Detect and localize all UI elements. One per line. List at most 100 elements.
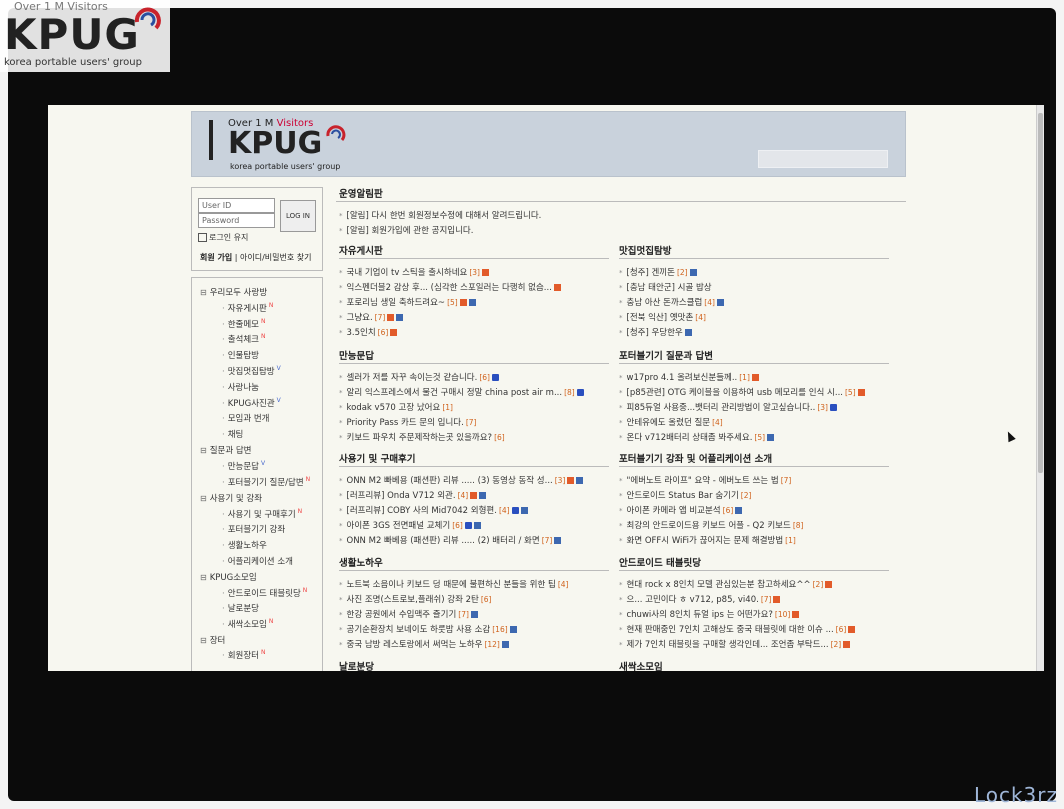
find-account-link[interactable]: 아이디/비밀번호 찾기: [240, 253, 311, 262]
board-title[interactable]: 포터블기기 질문과 답변: [619, 348, 713, 362]
new-badge: N: [260, 318, 266, 325]
nav-item[interactable]: 새싹소모임N: [222, 618, 274, 630]
post-link[interactable]: 아이폰 카메라 앱 비교분석[6]: [619, 504, 891, 516]
post-link[interactable]: 익스펜더블2 감상 후... (심각한 스포일러는 다행히 없슴...: [339, 281, 611, 293]
nav-item[interactable]: 포터블기기 강좌: [222, 523, 285, 535]
post-link[interactable]: 화면 OFF시 WiFi가 끊어지는 문제 해결방법[1]: [619, 534, 891, 546]
post-link[interactable]: 그냥요.[7]: [339, 311, 611, 323]
board-title[interactable]: 사용기 및 구매후기: [339, 451, 416, 465]
post-link[interactable]: 3.5인치[6]: [339, 326, 611, 338]
board-title[interactable]: 생활노하우: [339, 555, 383, 569]
section-divider: [339, 466, 609, 467]
post-link[interactable]: 사진 조명(스트로보,플래쉬) 강좌 2탄[6]: [339, 593, 611, 605]
nav-item[interactable]: 생활노하우: [222, 539, 267, 551]
nav-item[interactable]: 포터블기기 질문/답변N: [222, 476, 310, 488]
comment-count: [7]: [458, 610, 469, 619]
board-title[interactable]: 포터블기기 강좌 및 어플리케이션 소개: [619, 451, 772, 465]
post-link[interactable]: 아이폰 3GS 전면패널 교체기[6]: [339, 519, 611, 531]
post-link[interactable]: 공기순환장치 보네이도 하룻밤 사용 소감[16]: [339, 623, 611, 635]
nav-item[interactable]: 채팅: [222, 428, 244, 440]
post-link[interactable]: [청주] 겐끼돈[2]: [619, 266, 891, 278]
nav-category[interactable]: 질문과 답변: [200, 444, 252, 456]
login-button[interactable]: LOG IN: [280, 200, 316, 232]
nav-item[interactable]: 날로분당: [222, 602, 259, 614]
site-logo[interactable]: KPUG: [228, 126, 322, 161]
post-link[interactable]: w17pro 4.1 올려보신분들께..[1]: [619, 371, 891, 383]
nav-item[interactable]: 모임과 번개: [222, 412, 270, 424]
post-link[interactable]: Priority Pass 카드 문의 입니다.[7]: [339, 416, 611, 428]
post-link[interactable]: 셀러가 저를 자꾸 속이는것 같습니다.[6]: [339, 371, 611, 383]
board-title[interactable]: 새싹소모임: [619, 659, 663, 671]
comment-count: [7]: [374, 313, 386, 322]
comment-count: [2]: [830, 640, 842, 649]
disk-icon: [468, 299, 476, 306]
post-link[interactable]: 알리 익스프레스에서 물건 구매시 정말 china post air m...…: [339, 386, 611, 398]
post-link[interactable]: 노트북 소음이나 키보드 덩 때문에 불편하신 분들을 위한 팁[4]: [339, 578, 611, 590]
post-link[interactable]: chuwi사의 8인치 듀얼 ips 는 어떤가요?[10]: [619, 608, 891, 620]
nav-category[interactable]: 우리모두 사랑방: [200, 286, 267, 298]
nav-category[interactable]: 장터: [200, 634, 226, 646]
nav-item[interactable]: 출석체크N: [222, 333, 266, 345]
board-title[interactable]: 만능문답: [339, 348, 374, 362]
post-link[interactable]: 한강 공원에서 수입맥주 즐기기[7]: [339, 608, 611, 620]
comment-count: [1]: [442, 403, 453, 412]
keep-login-checkbox[interactable]: [198, 233, 207, 242]
join-link[interactable]: 회원 가입: [200, 253, 232, 262]
board-title[interactable]: 맛집멋집탐방: [619, 243, 671, 257]
updated-icon: [576, 389, 584, 396]
nav-item[interactable]: 회원장터N: [222, 649, 266, 661]
notice-item[interactable]: [알림] 회원가입에 관한 공지입니다.: [339, 224, 899, 236]
board-title[interactable]: 날로분당: [339, 659, 374, 671]
search-input[interactable]: [758, 150, 888, 168]
scrollbar[interactable]: [1036, 105, 1044, 671]
post-link[interactable]: 포로리님 생일 축하드려요~[5]: [339, 296, 611, 308]
nav-item[interactable]: KPUG사진관V: [222, 397, 281, 409]
post-link[interactable]: 중국 남방 레스토랑에서 써먹는 노하우[12]: [339, 638, 611, 650]
post-link[interactable]: [충남 태안군] 시골 밥상: [619, 281, 891, 293]
notice-item[interactable]: [알림] 다시 한번 회원정보수정에 대해서 알려드립니다.: [339, 209, 899, 221]
comment-count: [4]: [457, 491, 469, 500]
post-link[interactable]: [청주] 우당한우: [619, 326, 891, 338]
post-link[interactable]: 온다 v712배터리 상태좀 봐주세요.[5]: [619, 431, 891, 443]
updated-badge: V: [276, 365, 281, 372]
post-link[interactable]: 제가 7인치 태블릿을 구매할 생각인데... 조언좀 부탁드...[2]: [619, 638, 891, 650]
new-post-icon: [567, 477, 575, 484]
keep-login[interactable]: 로그인 유지: [198, 232, 248, 243]
nav-item[interactable]: 한줄메모N: [222, 318, 266, 330]
post-link[interactable]: 안테유에도 올렸던 질문[4]: [619, 416, 891, 428]
post-link[interactable]: 안드로이드 Status Bar 숨기기[2]: [619, 489, 891, 501]
nav-category[interactable]: KPUG소모임: [200, 571, 257, 583]
post-link[interactable]: [p85관련] OTG 케이블을 이용하여 usb 메모리를 인식 시...[5…: [619, 386, 891, 398]
nav-category[interactable]: 사용기 및 강좌: [200, 492, 262, 504]
new-post-icon: [843, 641, 851, 648]
post-link[interactable]: 으... 고민이다 ㅎ v712, p85, vi40.[7]: [619, 593, 891, 605]
nav-item[interactable]: 안드로이드 태블릿당N: [222, 587, 308, 599]
nav-item[interactable]: 사용기 및 구매후기N: [222, 508, 302, 520]
user-id-field[interactable]: User ID: [198, 198, 275, 213]
post-link[interactable]: ONN M2 빠베용 (패션판) 리뷰 ..... (2) 배터리 / 화면[7…: [339, 534, 611, 546]
post-link[interactable]: 키보드 파우치 주문제작하는곳 있을까요?[6]: [339, 431, 611, 443]
board-title[interactable]: 안드로이드 태블릿당: [619, 555, 701, 569]
nav-item[interactable]: 만능문답V: [222, 460, 265, 472]
post-link[interactable]: 현재 판매중인 7인치 고해상도 중국 태블릿에 대한 이슈 ...[6]: [619, 623, 891, 635]
post-link[interactable]: [러프리뷰] Onda V712 외관.[4]: [339, 489, 611, 501]
post-link[interactable]: 충남 아산 돈까스클럽[4]: [619, 296, 891, 308]
post-link[interactable]: [러프리뷰] COBY 사의 Mid7042 외형편.[4]: [339, 504, 611, 516]
post-link[interactable]: "에버노트 라이프" 요약 - 에버노트 쓰는 법[7]: [619, 474, 891, 486]
post-link[interactable]: kodak v570 고장 났어요[1]: [339, 401, 611, 413]
post-link[interactable]: ONN M2 빠베용 (패션판) 리뷰 ..... (3) 동영상 동작 성..…: [339, 474, 611, 486]
post-link[interactable]: 현대 rock x 8인치 모델 관심있는분 참고하세요^^[2]: [619, 578, 891, 590]
nav-item[interactable]: 자유게시판N: [222, 302, 274, 314]
nav-item[interactable]: 어플리케이션 소개: [222, 555, 293, 567]
nav-item[interactable]: 인물탐방: [222, 349, 259, 361]
post-link[interactable]: 최강의 안드로이드용 키보드 어플 - Q2 키보드[8]: [619, 519, 891, 531]
password-field[interactable]: Password: [198, 213, 275, 228]
post-link[interactable]: 피85듀얼 사용중...뱃터리 관리방법이 알고싶습니다..[3]: [619, 401, 891, 413]
board-title[interactable]: 자유게시판: [339, 243, 383, 257]
post-link[interactable]: 국내 기업이 tv 스틱을 출시하네요[3]: [339, 266, 611, 278]
post-link[interactable]: [전북 익산] 옛맛촌[4]: [619, 311, 891, 323]
scroll-thumb[interactable]: [1038, 113, 1043, 473]
nav-item[interactable]: 사랑나눔: [222, 381, 259, 393]
nav-item[interactable]: 맛집멋집탐방V: [222, 365, 281, 377]
comment-count: [6]: [722, 506, 734, 515]
